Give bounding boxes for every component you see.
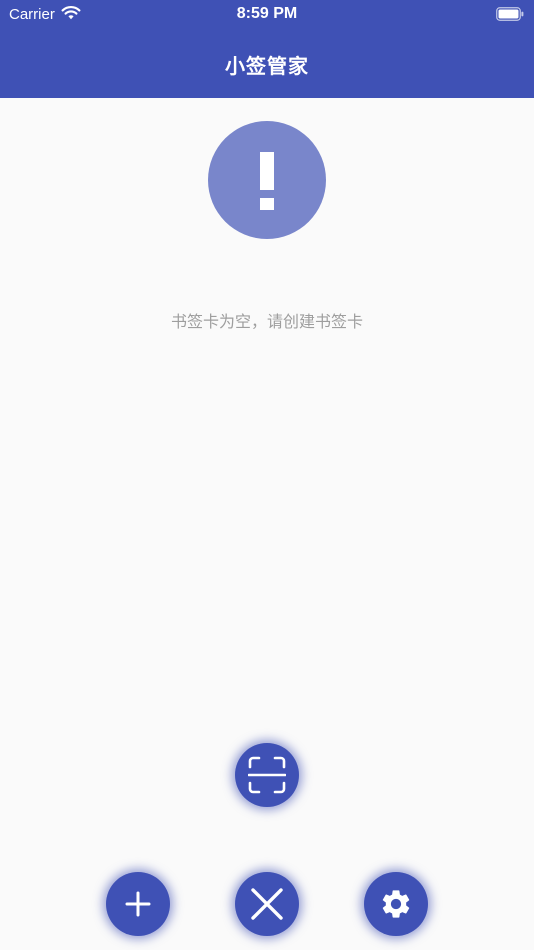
- empty-state-message: 书签卡为空，请创建书签卡: [170, 312, 363, 331]
- page-title: 小签管家: [225, 54, 309, 78]
- settings-button[interactable]: [364, 872, 428, 936]
- status-bar: Carrier 8:59 PM: [0, 0, 534, 28]
- scan-icon: [248, 756, 286, 794]
- app-bar: Carrier 8:59 PM 小签管家: [0, 0, 534, 98]
- add-button[interactable]: [106, 872, 170, 936]
- status-time: 8:59 PM: [236, 5, 298, 22]
- scan-button[interactable]: [235, 743, 299, 807]
- battery-full-icon: [496, 6, 524, 21]
- plus-icon: [124, 890, 152, 918]
- gear-icon: [379, 887, 413, 921]
- exclamation-icon: [208, 121, 326, 239]
- close-button[interactable]: [235, 872, 299, 936]
- close-icon: [250, 887, 284, 921]
